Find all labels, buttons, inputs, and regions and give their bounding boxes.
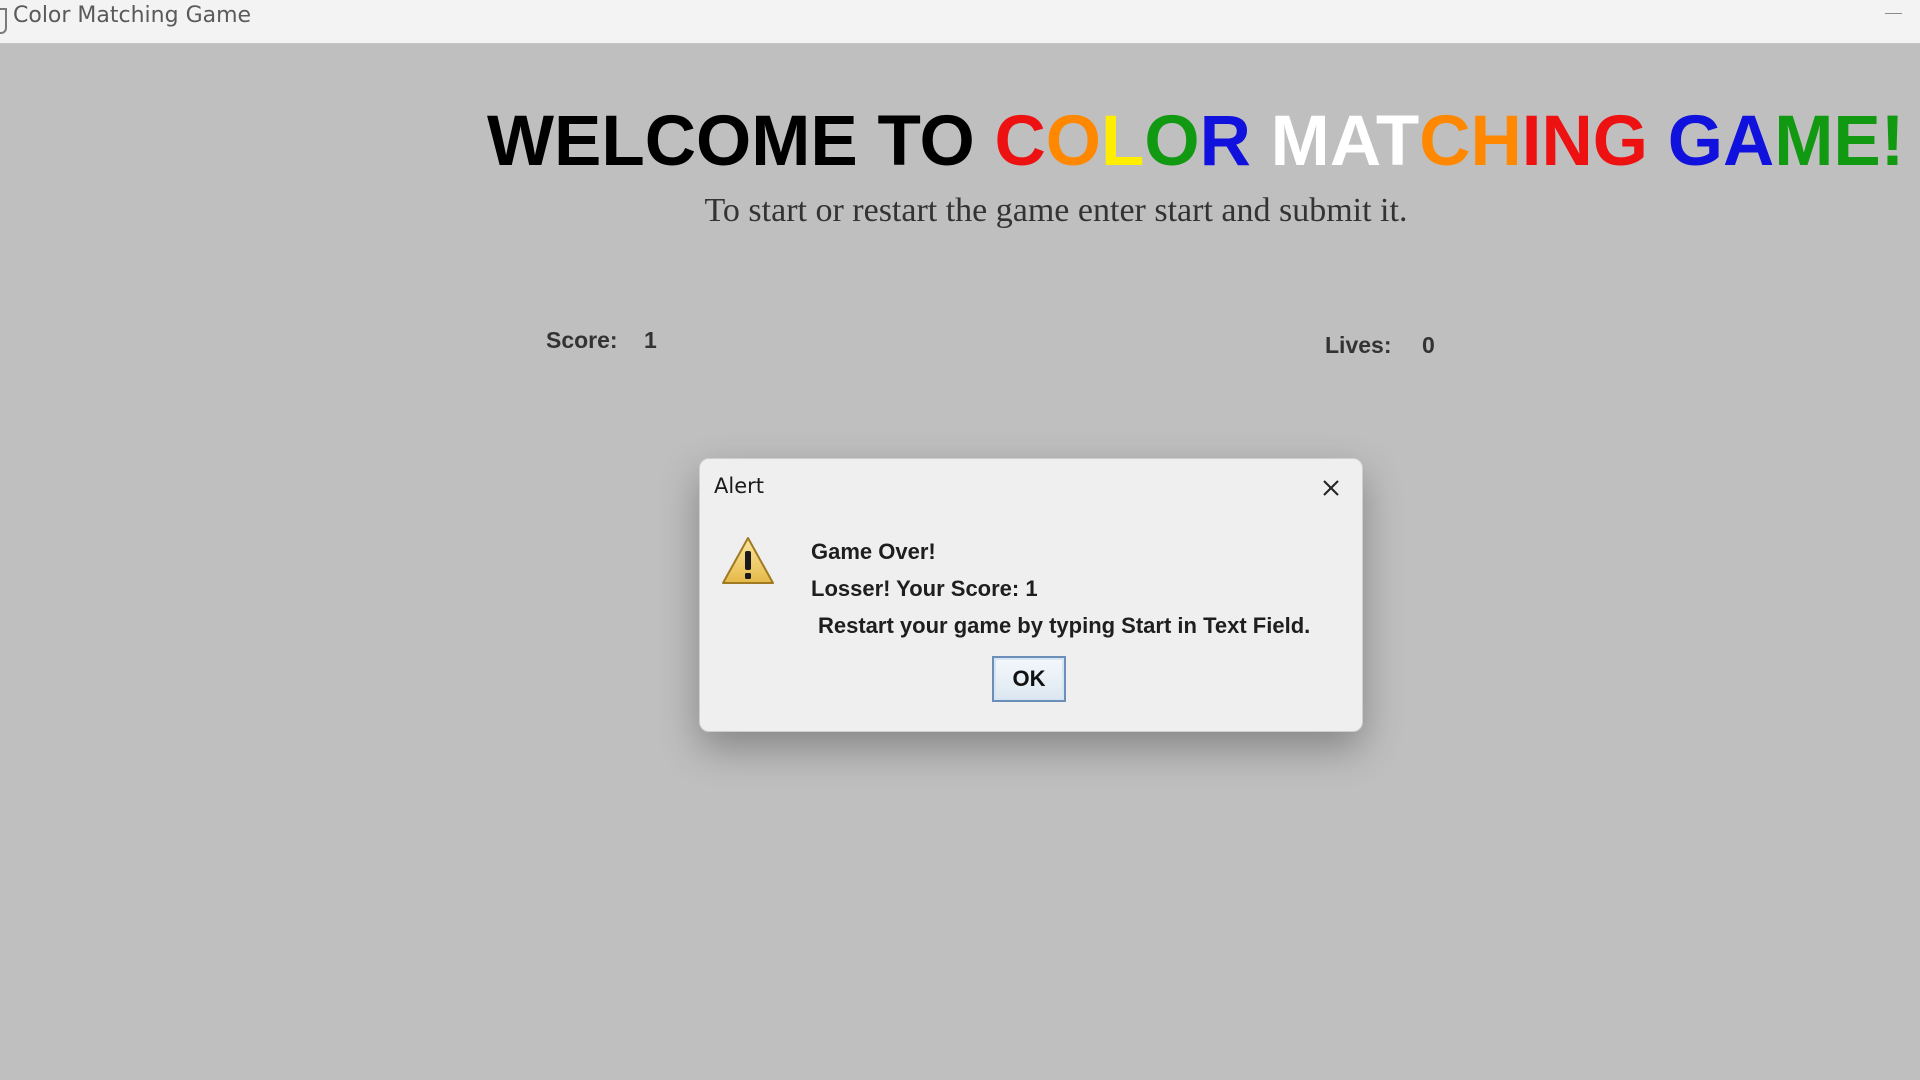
heading-segment: N xyxy=(1541,102,1593,181)
heading-segment: R xyxy=(1199,102,1251,181)
heading-segment: O xyxy=(1144,102,1200,181)
heading-segment: I xyxy=(1521,102,1542,181)
heading-segment: M xyxy=(1270,102,1330,181)
heading-segment: M xyxy=(1774,102,1834,181)
welcome-heading: WELCOME TO COLOR MATCHING GAME! xyxy=(487,102,1904,182)
heading-segment: L xyxy=(1101,102,1145,181)
dialog-message-line1: Game Over! xyxy=(811,539,936,564)
lives-value: 0 xyxy=(1422,332,1435,358)
close-icon[interactable] xyxy=(1318,475,1344,501)
answer-text-field[interactable] xyxy=(910,730,1136,760)
heading-segment: A xyxy=(1722,102,1775,181)
heading-segment: O xyxy=(1045,102,1102,181)
lives-label: Lives: xyxy=(1325,332,1392,358)
minimize-button[interactable] xyxy=(1885,13,1902,14)
warning-icon xyxy=(720,535,776,587)
app-icon xyxy=(0,8,7,34)
heading-segment: H xyxy=(1470,102,1522,181)
heading-segment: G xyxy=(1667,102,1723,181)
heading-segment: T xyxy=(1375,102,1420,181)
instructions-label: To start or restart the game enter start… xyxy=(704,192,1408,229)
alert-dialog: Alert Game Over! Losser! Your Score: 1 R… xyxy=(699,458,1363,732)
heading-segment: C xyxy=(994,102,1046,181)
heading-segment xyxy=(1648,102,1668,181)
score-label: Score: xyxy=(546,327,618,353)
heading-segment xyxy=(1251,102,1271,181)
instructions-text: To start or restart the game enter start… xyxy=(0,192,1920,230)
heading-segment: E xyxy=(1833,102,1881,181)
heading-segment: WELCOME TO xyxy=(487,102,995,181)
dialog-title: Alert xyxy=(714,474,764,498)
heading-segment: G xyxy=(1592,102,1649,181)
score-value: 1 xyxy=(644,327,657,353)
dialog-message-line2: Losser! Your Score: 1 xyxy=(811,576,1038,601)
dialog-message-line3: Restart your game by typing Start in Tex… xyxy=(818,613,1311,638)
window-titlebar: Color Matching Game xyxy=(0,0,1920,44)
heading-segment: ! xyxy=(1880,102,1905,181)
heading-segment: A xyxy=(1329,102,1376,181)
heading-segment: C xyxy=(1419,102,1471,181)
ok-button[interactable]: OK xyxy=(992,656,1066,702)
window-title: Color Matching Game xyxy=(13,3,252,28)
